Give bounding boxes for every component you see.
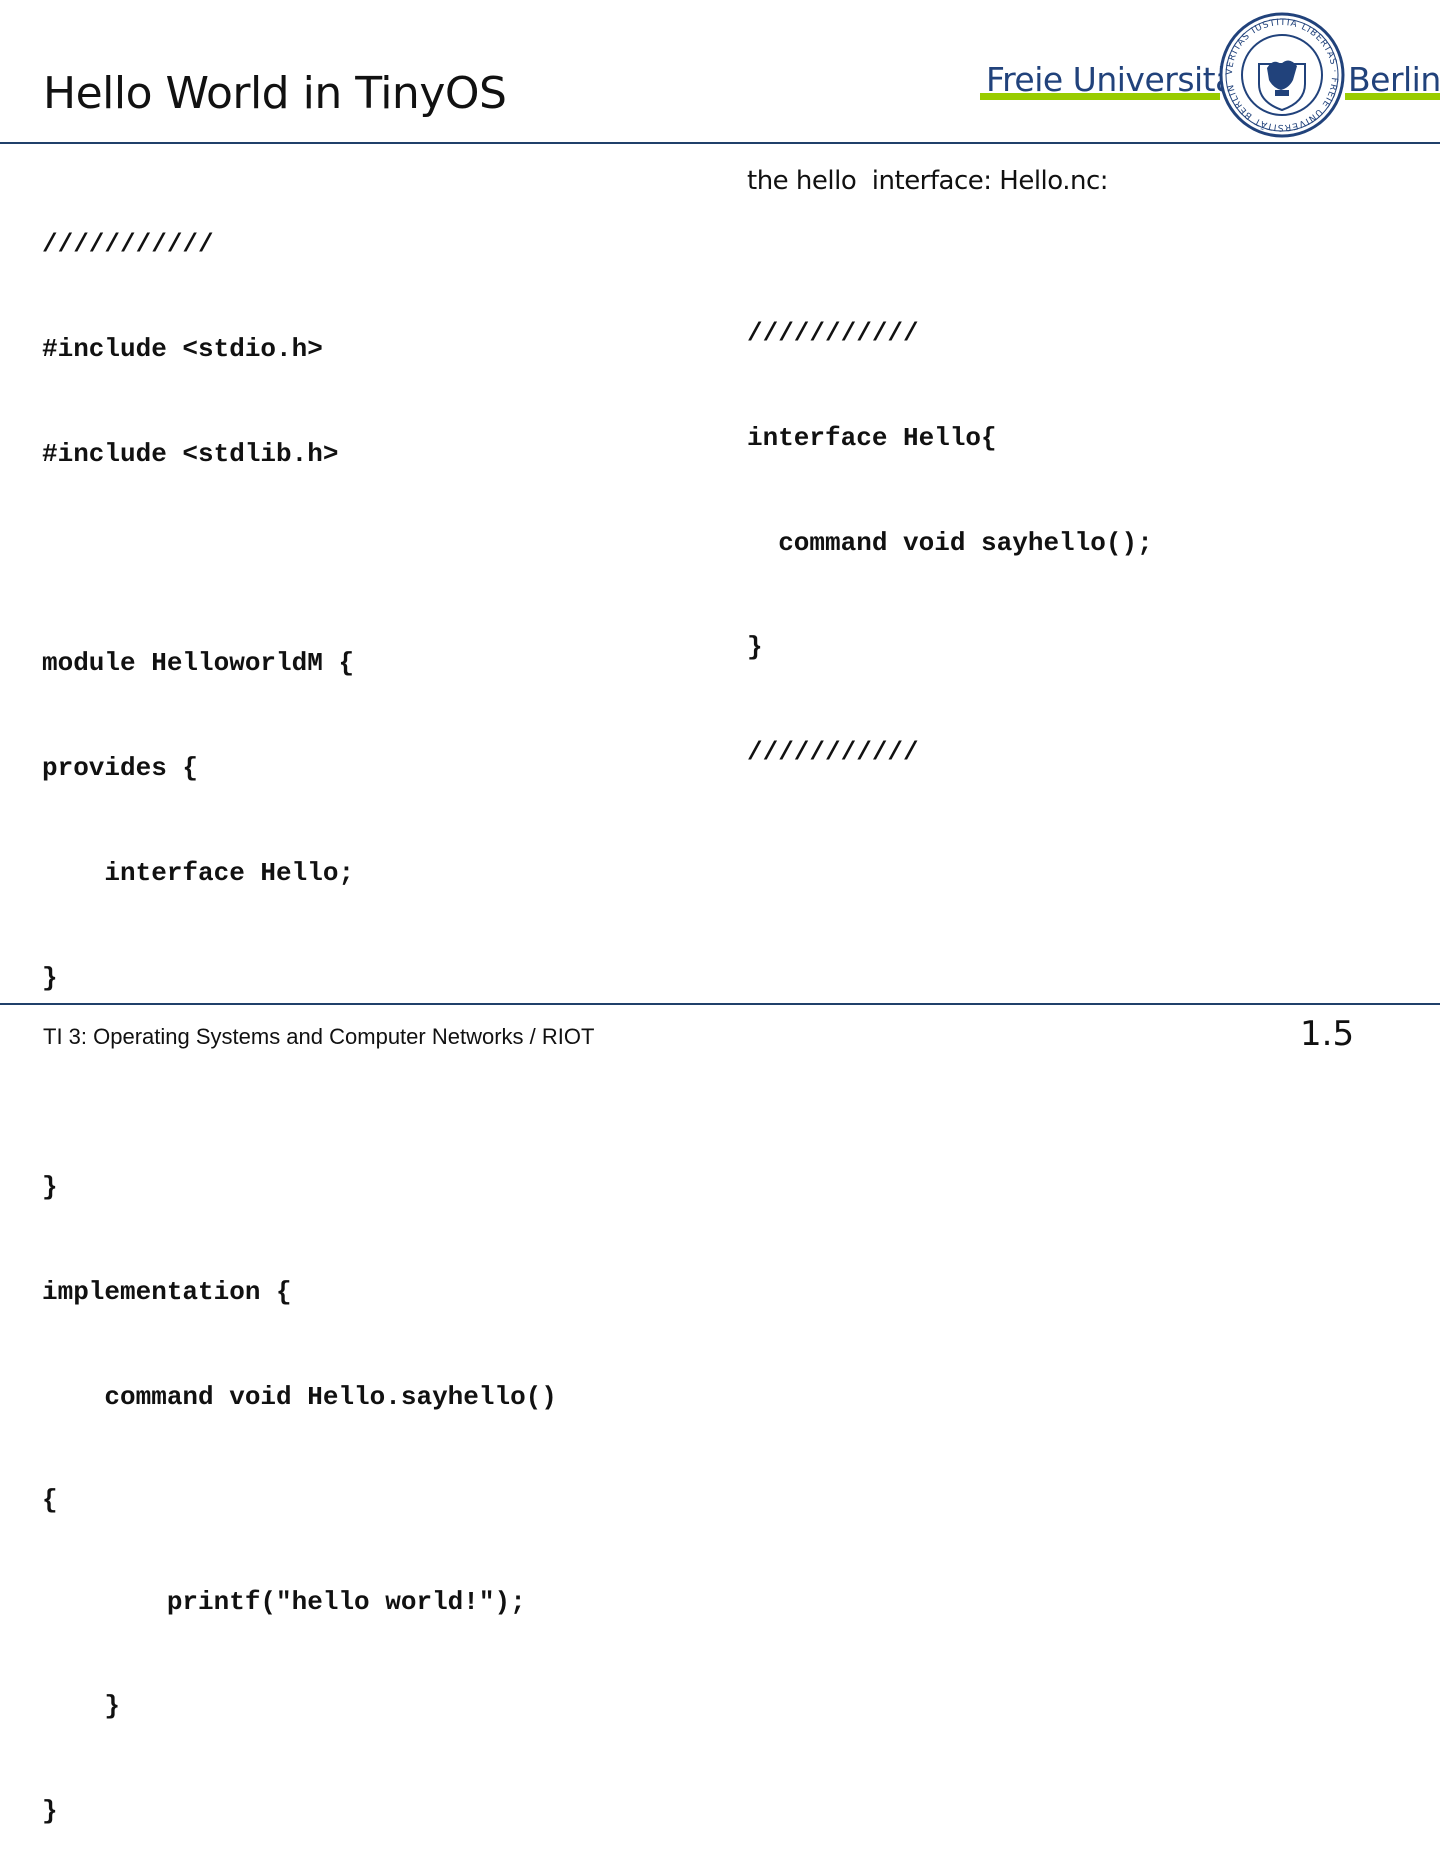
header-divider [0, 142, 1440, 144]
code-line: implementation { [42, 1276, 292, 1307]
code-line: } [42, 1796, 58, 1827]
code-line: interface Hello; [42, 857, 355, 888]
code-line: /////////// [747, 737, 919, 768]
code-line: printf("hello world!"); [42, 1586, 526, 1617]
slide-number: 1.5 [1300, 1014, 1355, 1054]
course-footer: TI 3: Operating Systems and Computer Net… [43, 1024, 595, 1049]
code-line: #include <stdio.h> [42, 333, 323, 364]
university-seal-icon: VERITAS IUSTITIA LIBERTAS · FREIE UNIVER… [1219, 12, 1345, 138]
code-line: } [747, 632, 763, 663]
hello-module-code: /////////// #include <stdio.h> #include … [42, 162, 557, 1864]
slide-title: Hello World in TinyOS [43, 68, 507, 119]
logo-text-right: Berlin [1348, 60, 1440, 99]
code-line: command void Hello.sayhello() [42, 1381, 557, 1412]
university-logo: Freie Universität VERITAS IUSTITIA LIBER… [978, 10, 1440, 138]
interface-caption: the hello interface: Hello.nc: [747, 166, 1109, 196]
logo-accent-bar-left [980, 93, 1220, 100]
code-line: /////////// [747, 318, 919, 348]
footer-divider [0, 1003, 1440, 1005]
hello-interface-code: /////////// interface Hello{ command voi… [747, 251, 1153, 805]
code-line: #include <stdlib.h> [42, 438, 339, 469]
code-line: } [42, 1172, 58, 1203]
code-line: module HelloworldM { [42, 648, 355, 679]
code-line: /////////// [42, 229, 214, 259]
code-line: provides { [42, 752, 199, 783]
code-line: } [42, 1691, 121, 1722]
code-line: interface Hello{ [747, 422, 997, 453]
code-line: command void sayhello(); [747, 527, 1153, 558]
code-line: { [42, 1484, 58, 1515]
code-line: } [42, 962, 58, 993]
